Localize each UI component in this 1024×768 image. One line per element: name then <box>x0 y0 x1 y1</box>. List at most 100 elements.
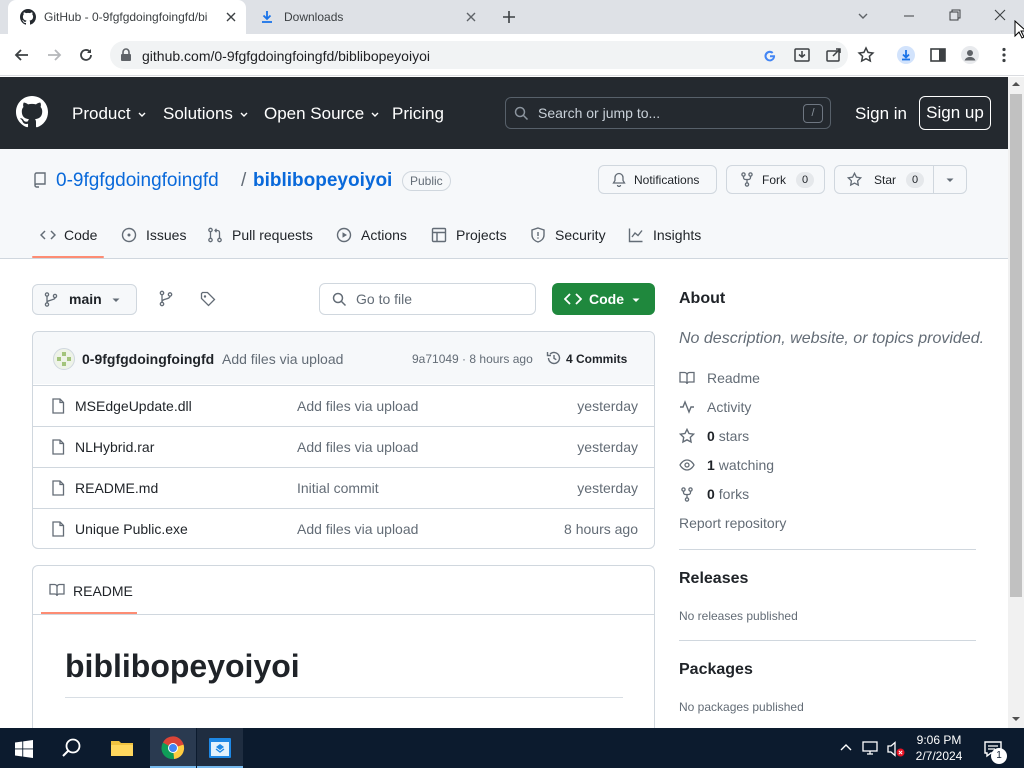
install-app-icon[interactable] <box>792 45 812 65</box>
go-to-file-input[interactable] <box>319 283 536 315</box>
lock-icon[interactable] <box>120 48 132 62</box>
chevron-down-icon <box>240 112 248 117</box>
file-row[interactable]: NLHybrid.rar Add files via upload yester… <box>33 426 654 467</box>
tab-actions[interactable]: Actions <box>336 227 407 243</box>
go-to-file-placeholder: Go to file <box>356 291 413 307</box>
notifications-button[interactable]: Notifications <box>598 165 717 194</box>
system-clock[interactable]: 9:06 PM 2/7/2024 <box>913 732 965 764</box>
volume-muted-icon[interactable] <box>886 740 906 758</box>
tab-pull-requests[interactable]: Pull requests <box>207 227 313 243</box>
nav-product[interactable]: Product <box>72 104 147 124</box>
tab-search-icon[interactable] <box>856 9 870 23</box>
commit-message[interactable]: Add files via upload <box>222 351 343 367</box>
tag-icon[interactable] <box>200 291 216 307</box>
tab-title: GitHub - 0-9fgfgdoingfoingfd/bi <box>44 10 208 24</box>
chrome-icon[interactable] <box>161 736 185 760</box>
nav-pricing[interactable]: Pricing <box>392 104 444 124</box>
branch-name: main <box>69 291 102 307</box>
reload-icon[interactable] <box>76 45 96 65</box>
fork-count: 0 <box>796 171 814 188</box>
scrollbar-thumb[interactable] <box>1010 94 1022 597</box>
pulse-icon <box>680 400 694 414</box>
file-commit-message[interactable]: Add files via upload <box>297 521 418 537</box>
menu-dots-icon[interactable] <box>994 45 1014 65</box>
network-icon[interactable] <box>862 741 880 755</box>
minimize-icon[interactable] <box>902 9 916 23</box>
windows-start-icon[interactable] <box>15 740 33 758</box>
scroll-down-icon[interactable] <box>1011 715 1021 723</box>
code-icon <box>40 230 56 240</box>
side-panel-icon[interactable] <box>928 45 948 65</box>
sign-up-button[interactable]: Sign up <box>919 96 991 130</box>
tab-issues[interactable]: Issues <box>121 227 186 243</box>
activity-link-label: Activity <box>707 399 752 415</box>
restore-icon[interactable] <box>948 8 962 22</box>
star-button-divider <box>933 166 934 193</box>
readme-link[interactable]: Readme <box>679 370 760 386</box>
bookmark-star-icon[interactable] <box>856 45 876 65</box>
sign-in-link[interactable]: Sign in <box>855 104 907 124</box>
new-tab-icon[interactable] <box>501 9 517 25</box>
file-name[interactable]: README.md <box>75 480 158 496</box>
tab-insights[interactable]: Insights <box>628 227 701 243</box>
tab-code[interactable]: Code <box>40 227 97 243</box>
watching-link[interactable]: 1 watching <box>679 457 774 473</box>
star-dropdown-icon[interactable] <box>944 174 956 186</box>
packages-title[interactable]: Packages <box>679 661 753 679</box>
file-commit-message[interactable]: Add files via upload <box>297 398 418 414</box>
nav-open-source[interactable]: Open Source <box>264 104 380 124</box>
commit-author[interactable]: 0-9fgfgdoingfoingfd <box>82 351 214 367</box>
app-window-icon[interactable] <box>208 736 232 760</box>
share-icon[interactable] <box>824 45 844 65</box>
file-explorer-icon[interactable] <box>110 738 134 758</box>
close-window-icon[interactable] <box>993 8 1007 22</box>
github-logo-icon[interactable] <box>16 96 48 128</box>
back-icon[interactable] <box>12 45 32 65</box>
forward-icon[interactable] <box>44 45 64 65</box>
file-row[interactable]: Unique Public.exe Add files via upload 8… <box>33 508 654 549</box>
file-name[interactable]: MSEdgeUpdate.dll <box>75 398 192 414</box>
profile-icon[interactable] <box>960 45 980 65</box>
file-row[interactable]: MSEdgeUpdate.dll Add files via upload ye… <box>33 385 654 426</box>
close-tab-icon[interactable] <box>464 10 478 24</box>
file-name[interactable]: Unique Public.exe <box>75 521 188 537</box>
downloads-icon[interactable] <box>896 45 916 65</box>
file-row[interactable]: README.md Initial commit yesterday <box>33 467 654 508</box>
releases-title[interactable]: Releases <box>679 570 748 588</box>
tab-security[interactable]: Security <box>530 227 606 243</box>
fork-icon <box>681 486 693 502</box>
commit-hash-time[interactable]: 9a71049 · 8 hours ago <box>412 352 533 366</box>
about-title: About <box>679 290 726 307</box>
tab-projects[interactable]: Projects <box>431 227 507 243</box>
repo-name-link[interactable]: biblibopeyoiyoi <box>253 170 392 192</box>
tab-title: Downloads <box>284 10 344 24</box>
visibility-badge: Public <box>402 171 451 191</box>
clock-time: 9:06 PM <box>916 733 962 747</box>
report-repository-link[interactable]: Report repository <box>679 515 786 531</box>
activity-link[interactable]: Activity <box>679 399 751 415</box>
commits-link[interactable]: 4 Commits <box>566 352 627 366</box>
close-tab-icon[interactable] <box>224 10 238 24</box>
branches-icon[interactable] <box>158 290 174 307</box>
fork-button[interactable]: Fork 0 <box>726 165 825 194</box>
scroll-up-icon[interactable] <box>1011 80 1021 88</box>
tab-github[interactable]: GitHub - 0-9fgfgdoingfoingfd/bi <box>8 0 246 34</box>
search-icon[interactable] <box>61 737 83 759</box>
stars-link[interactable]: 0 stars <box>679 428 749 444</box>
code-button-label: Code <box>589 291 624 307</box>
file-name[interactable]: NLHybrid.rar <box>75 439 154 455</box>
repo-owner-link[interactable]: 0-9fgfgdoingfoingfd <box>56 170 219 192</box>
readme-tab[interactable]: README <box>73 583 133 599</box>
active-tab-underline <box>32 256 104 258</box>
tab-downloads[interactable]: Downloads <box>246 0 486 34</box>
code-icon <box>564 293 582 305</box>
tray-chevron-up-icon[interactable] <box>839 742 853 754</box>
forks-link[interactable]: 0 forks <box>679 486 749 502</box>
issue-icon <box>121 227 137 243</box>
nav-solutions[interactable]: Solutions <box>163 104 249 124</box>
file-commit-message[interactable]: Initial commit <box>297 480 379 496</box>
url-text[interactable]: github.com/0-9fgfgdoingfoingfd/biblibope… <box>142 48 430 64</box>
avatar[interactable] <box>53 348 75 370</box>
google-icon[interactable] <box>760 45 780 65</box>
file-commit-message[interactable]: Add files via upload <box>297 439 418 455</box>
